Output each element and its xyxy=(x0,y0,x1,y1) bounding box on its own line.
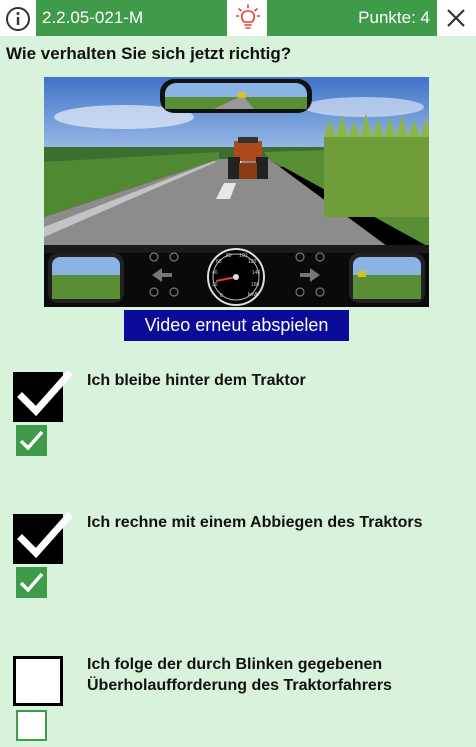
question-id: 2.2.05-021-M xyxy=(36,0,227,36)
speed-tick: 100 xyxy=(239,253,248,259)
tractor xyxy=(228,137,268,179)
checkmark-icon xyxy=(17,512,73,559)
answer-text-1[interactable]: Ich bleibe hinter dem Traktor xyxy=(87,370,457,391)
lightbulb-icon xyxy=(236,4,260,29)
driving-scene-image: km/h 0 20 40 60 80 100 120 140 160 xyxy=(44,77,429,307)
top-bar: 2.2.05-021-M Punkte: 4 xyxy=(0,0,476,36)
video-player[interactable]: km/h 0 20 40 60 80 100 120 140 160 xyxy=(44,77,429,307)
close-icon xyxy=(447,9,465,27)
question-text: Wie verhalten Sie sich jetzt richtig? xyxy=(6,44,292,63)
solution-indicator-2 xyxy=(16,567,47,598)
speed-tick: 80 xyxy=(226,253,232,259)
checkmark-icon xyxy=(19,572,44,593)
speed-tick: 120 xyxy=(248,259,257,265)
answer-checkbox-3[interactable] xyxy=(13,656,63,706)
solution-indicator-3 xyxy=(16,710,47,741)
points-label: Punkte: 4 xyxy=(358,8,430,27)
speed-unit: km/h xyxy=(248,292,259,298)
speed-tick: 60 xyxy=(216,259,222,265)
replay-video-button[interactable]: Video erneut abspielen xyxy=(124,310,349,341)
answer-text-3[interactable]: Ich folge der durch Blinken gegebenen Üb… xyxy=(87,654,457,696)
speed-tick: 40 xyxy=(212,270,218,276)
speed-tick: 0 xyxy=(220,293,223,299)
info-icon xyxy=(6,7,30,31)
answer-checkbox-1[interactable] xyxy=(13,370,73,422)
answer-text-2[interactable]: Ich rechne mit einem Abbiegen des Trakto… xyxy=(87,512,457,533)
speed-tick: 160 xyxy=(251,282,260,288)
solution-indicator-1 xyxy=(16,425,47,456)
checkmark-icon xyxy=(17,370,73,417)
cornfield xyxy=(324,113,429,217)
hint-button[interactable] xyxy=(227,0,267,36)
info-button[interactable] xyxy=(0,0,36,36)
answer-checkbox-2[interactable] xyxy=(13,512,73,564)
close-button[interactable] xyxy=(437,0,476,36)
question-id-label: 2.2.05-021-M xyxy=(42,8,144,27)
speed-tick: 140 xyxy=(252,270,261,276)
dashboard: km/h 0 20 40 60 80 100 120 140 160 xyxy=(44,245,429,307)
rearview-mirror xyxy=(160,79,312,113)
points-display: Punkte: 4 xyxy=(267,0,437,36)
speed-tick: 20 xyxy=(212,282,218,288)
checkmark-icon xyxy=(19,430,44,451)
